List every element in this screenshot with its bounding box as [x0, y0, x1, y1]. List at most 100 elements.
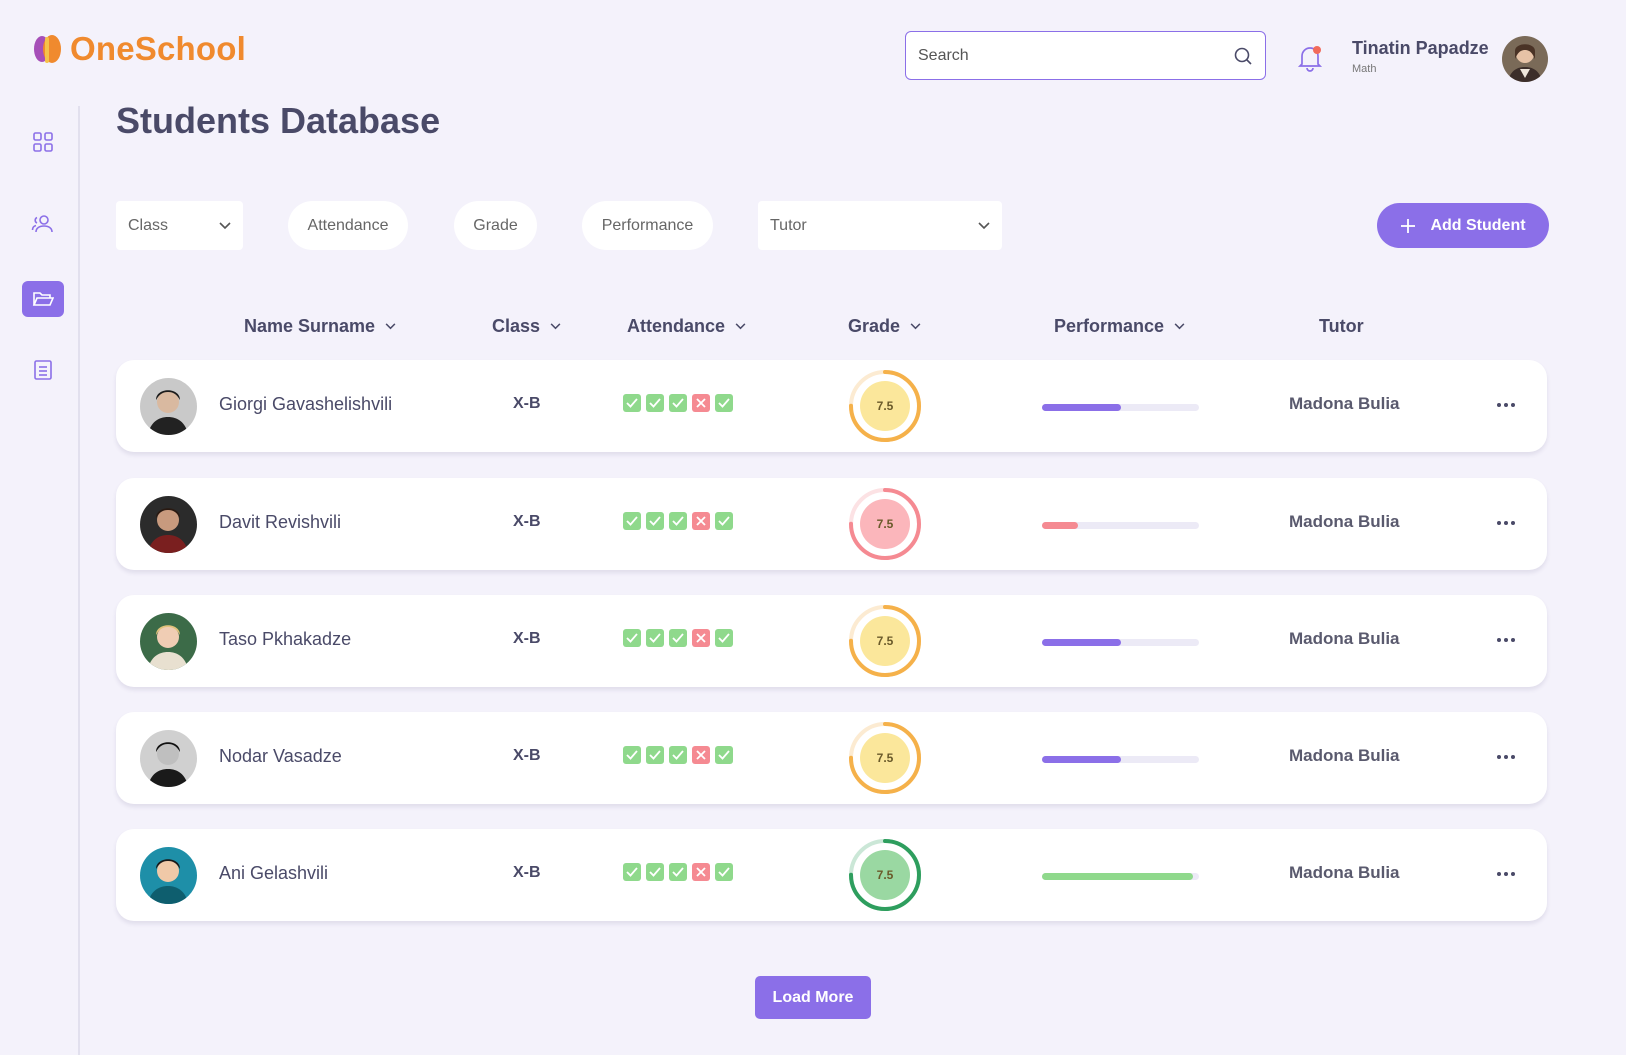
- tutor-name: Madona Bulia: [1289, 863, 1400, 882]
- column-header-grade[interactable]: Grade: [848, 316, 921, 337]
- notification-bell-icon[interactable]: [1297, 44, 1323, 72]
- grade-filter-label: Grade: [473, 216, 518, 234]
- grade-value: 7.5: [876, 634, 894, 648]
- student-name[interactable]: Giorgi Gavashelishvili: [219, 394, 392, 415]
- more-options-button[interactable]: [1491, 859, 1521, 889]
- attendance-present-icon: [669, 512, 687, 530]
- student-name[interactable]: Taso Pkhakadze: [219, 629, 351, 650]
- more-dot-icon: [1511, 638, 1515, 642]
- attendance-present-icon: [715, 629, 733, 647]
- sidebar-item-students-database[interactable]: [22, 281, 64, 317]
- tutor-name: Madona Bulia: [1289, 394, 1400, 413]
- grade-ring: 7.5: [848, 369, 922, 443]
- grade-value: 7.5: [876, 517, 894, 531]
- student-avatar: [140, 496, 197, 553]
- attendance-present-icon: [669, 863, 687, 881]
- sidebar-item-users[interactable]: [22, 206, 64, 242]
- logo-icon: [34, 35, 61, 63]
- table-row[interactable]: Nodar Vasadze X-B 7.5 Madona Bulia: [116, 712, 1547, 804]
- attendance-present-icon: [669, 394, 687, 412]
- tutor-filter-select[interactable]: Tutor: [758, 201, 1002, 250]
- user-avatar[interactable]: [1502, 36, 1548, 82]
- column-header-grade-label: Grade: [848, 316, 901, 336]
- attendance-indicators: [623, 863, 733, 881]
- search-input[interactable]: [918, 46, 1233, 65]
- column-header-tutor: Tutor: [1319, 316, 1364, 337]
- column-header-name[interactable]: Name Surname: [244, 316, 396, 337]
- users-icon: [31, 215, 53, 233]
- column-header-class-label: Class: [492, 316, 541, 336]
- class-filter-select[interactable]: Class: [116, 201, 243, 250]
- performance-bar: [1042, 639, 1199, 646]
- more-options-button[interactable]: [1491, 390, 1521, 420]
- student-name[interactable]: Ani Gelashvili: [219, 863, 328, 884]
- attendance-absent-icon: [692, 863, 710, 881]
- attendance-present-icon: [669, 746, 687, 764]
- column-header-attendance[interactable]: Attendance: [627, 316, 746, 337]
- search-icon[interactable]: [1233, 46, 1253, 66]
- attendance-present-icon: [623, 629, 641, 647]
- more-dot-icon: [1511, 521, 1515, 525]
- more-dot-icon: [1504, 755, 1508, 759]
- more-dot-icon: [1504, 872, 1508, 876]
- attendance-present-icon: [646, 746, 664, 764]
- more-options-button[interactable]: [1491, 625, 1521, 655]
- tutor-name: Madona Bulia: [1289, 746, 1400, 765]
- tutor-name: Madona Bulia: [1289, 629, 1400, 648]
- load-more-label: Load More: [772, 988, 854, 1006]
- sidebar-item-dashboard[interactable]: [22, 124, 64, 160]
- more-options-button[interactable]: [1491, 742, 1521, 772]
- attendance-present-icon: [646, 863, 664, 881]
- column-header-class[interactable]: Class: [492, 316, 561, 337]
- attendance-present-icon: [715, 394, 733, 412]
- more-dot-icon: [1511, 403, 1515, 407]
- performance-bar: [1042, 756, 1199, 763]
- sidebar-item-documents[interactable]: [22, 352, 64, 388]
- table-row[interactable]: Davit Revishvili X-B 7.5 Madona Bulia: [116, 478, 1547, 570]
- page-title: Students Database: [116, 100, 441, 141]
- load-more-button[interactable]: Load More: [755, 976, 871, 1019]
- attendance-present-icon: [669, 629, 687, 647]
- document-icon: [34, 360, 52, 380]
- attendance-filter-label: Attendance: [307, 216, 389, 234]
- attendance-present-icon: [715, 746, 733, 764]
- performance-filter-button[interactable]: Performance: [582, 201, 713, 250]
- more-dot-icon: [1511, 872, 1515, 876]
- grade-filter-button[interactable]: Grade: [454, 201, 537, 250]
- student-avatar: [140, 730, 197, 787]
- search-box[interactable]: [905, 31, 1266, 80]
- student-avatar: [140, 613, 197, 670]
- attendance-present-icon: [646, 512, 664, 530]
- more-dot-icon: [1497, 872, 1501, 876]
- tutor-name: Madona Bulia: [1289, 512, 1400, 531]
- grade-ring: 7.5: [848, 721, 922, 795]
- app-logo[interactable]: OneSchool: [30, 30, 246, 68]
- student-name[interactable]: Nodar Vasadze: [219, 746, 342, 767]
- student-name[interactable]: Davit Revishvili: [219, 512, 341, 533]
- table-row[interactable]: Taso Pkhakadze X-B 7.5 Madona Bulia: [116, 595, 1547, 687]
- column-header-performance[interactable]: Performance: [1054, 316, 1185, 337]
- student-class: X-B: [513, 630, 541, 647]
- chevron-down-icon: [385, 323, 396, 330]
- grade-value: 7.5: [876, 399, 894, 413]
- attendance-absent-icon: [692, 629, 710, 647]
- chevron-down-icon: [910, 323, 921, 330]
- attendance-absent-icon: [692, 746, 710, 764]
- column-header-tutor-label: Tutor: [1319, 316, 1364, 336]
- more-dot-icon: [1504, 521, 1508, 525]
- column-header-performance-label: Performance: [1054, 316, 1165, 336]
- student-class: X-B: [513, 864, 541, 881]
- more-dot-icon: [1511, 755, 1515, 759]
- more-options-button[interactable]: [1491, 508, 1521, 538]
- attendance-filter-button[interactable]: Attendance: [288, 201, 408, 250]
- grade-ring: 7.5: [848, 604, 922, 678]
- student-avatar: [140, 378, 197, 435]
- add-student-button[interactable]: Add Student: [1377, 203, 1549, 248]
- performance-bar-fill: [1042, 404, 1121, 411]
- student-class: X-B: [513, 395, 541, 412]
- table-row[interactable]: Giorgi Gavashelishvili X-B 7.5 Madona Bu…: [116, 360, 1547, 452]
- table-row[interactable]: Ani Gelashvili X-B 7.5 Madona Bulia: [116, 829, 1547, 921]
- student-class: X-B: [513, 513, 541, 530]
- attendance-present-icon: [623, 863, 641, 881]
- plus-icon: [1401, 218, 1416, 233]
